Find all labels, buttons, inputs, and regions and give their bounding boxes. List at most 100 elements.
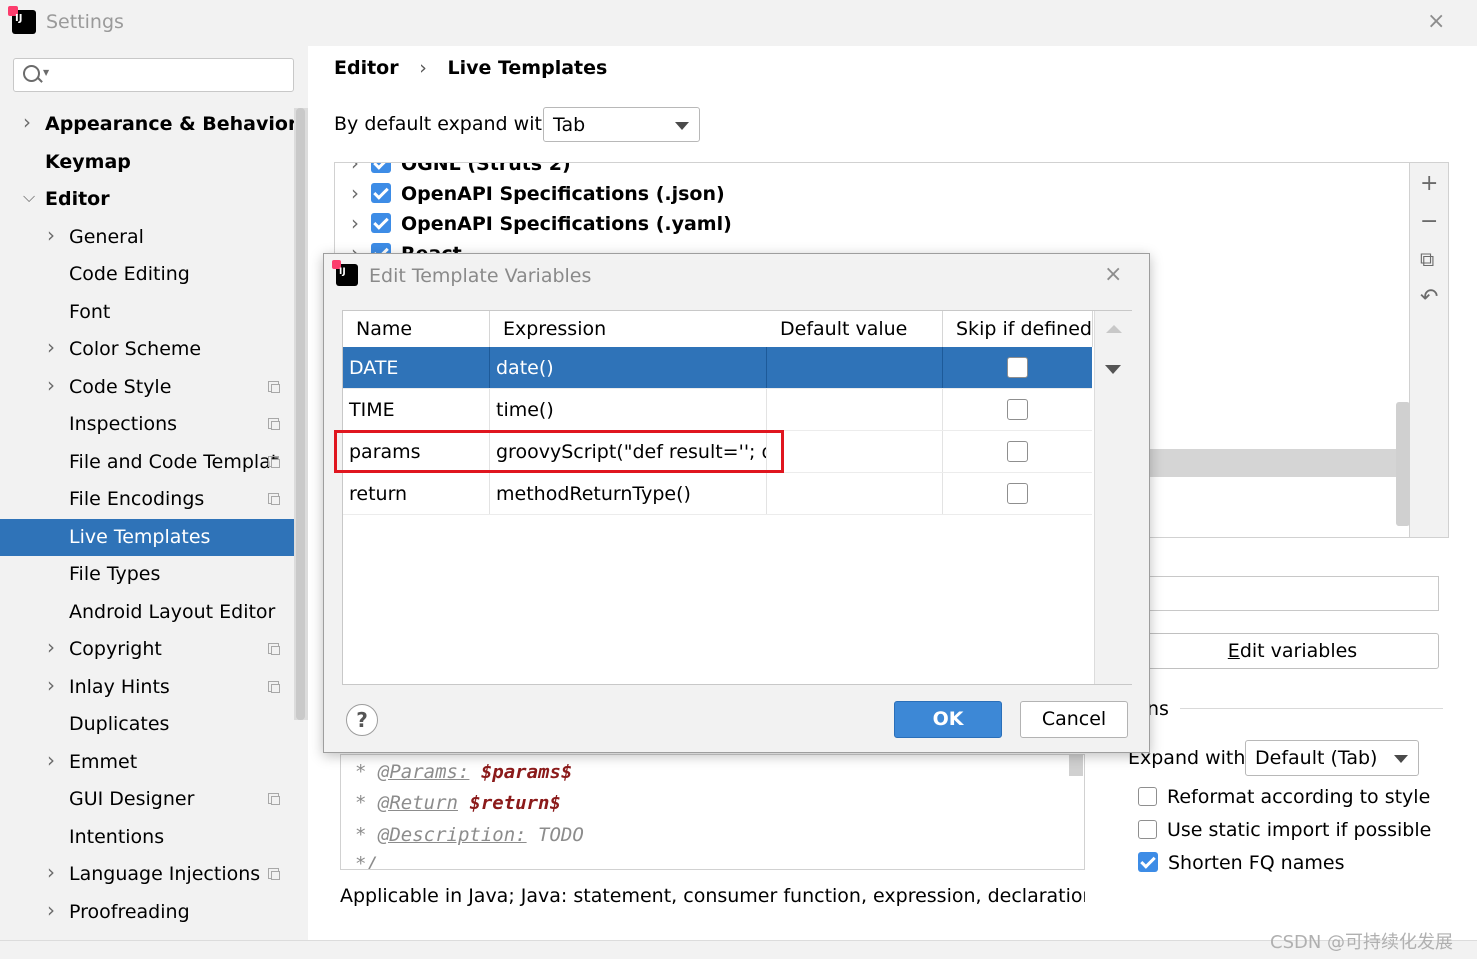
sidebar-item-color-scheme[interactable]: › Color Scheme	[0, 331, 294, 368]
cancel-button[interactable]: Cancel	[1020, 701, 1128, 738]
sidebar-item-code-style[interactable]: › Code Style	[0, 369, 294, 406]
column-header-name[interactable]: Name	[343, 311, 490, 347]
template-group-row[interactable]: › OpenAPI Specifications (.json)	[351, 181, 725, 205]
sidebar-item-general[interactable]: › General	[0, 219, 294, 256]
edit-variables-button[interactable]: Edit variables	[1146, 633, 1439, 669]
sidebar-item-duplicates[interactable]: Duplicates	[0, 706, 294, 743]
sidebar-item-font[interactable]: Font	[0, 294, 294, 331]
search-input[interactable]: ▼	[13, 58, 294, 92]
template-text-editor[interactable]: * @Params: $params$ * @Return $return$ * @…	[340, 754, 1085, 870]
ok-button[interactable]: OK	[894, 701, 1002, 738]
shorten-fq-option[interactable]: Shorten FQ names	[1138, 852, 1344, 874]
sidebar-item-inspections[interactable]: Inspections	[0, 406, 294, 443]
variable-default-cell[interactable]	[767, 347, 943, 389]
description-field[interactable]	[1146, 576, 1439, 611]
column-header-expression[interactable]: Expression	[490, 311, 768, 347]
static-import-option[interactable]: Use static import if possible	[1138, 819, 1431, 841]
reformat-option[interactable]: Reformat according to style	[1138, 786, 1430, 808]
chevron-right-icon[interactable]: ›	[23, 106, 31, 141]
chevron-right-icon[interactable]: ›	[47, 856, 55, 891]
expand-with-value: Default (Tab)	[1255, 747, 1378, 769]
variable-name-cell[interactable]: TIME	[343, 389, 490, 431]
template-text-scrollbar[interactable]	[1069, 754, 1083, 776]
sidebar-item-code-editing[interactable]: Code Editing	[0, 256, 294, 293]
sidebar-item-gui-designer[interactable]: GUI Designer	[0, 781, 294, 818]
sidebar-item-file-encodings[interactable]: File Encodings	[0, 481, 294, 518]
chevron-down-icon[interactable]: ⌵	[23, 181, 35, 215]
sidebar-item-intentions[interactable]: Intentions	[0, 819, 294, 856]
chevron-right-icon[interactable]: ›	[47, 331, 55, 366]
sidebar-item-file-types[interactable]: File Types	[0, 556, 294, 593]
sidebar-item-editor[interactable]: ⌵ Editor	[0, 181, 294, 218]
templates-scrollbar[interactable]	[1396, 402, 1410, 526]
selected-template-row[interactable]	[1148, 449, 1410, 477]
help-button[interactable]: ?	[346, 704, 378, 736]
bottom-bar	[0, 940, 1477, 959]
chevron-right-icon[interactable]: ›	[47, 744, 55, 779]
template-group-checkbox[interactable]	[371, 213, 391, 233]
sidebar-item-android-layout-editor[interactable]: Android Layout Editor	[0, 594, 294, 631]
sidebar-item-language-injections[interactable]: › Language Injections	[0, 856, 294, 893]
shorten-fq-checkbox[interactable]	[1138, 852, 1158, 872]
sidebar-item-file-and-code-templat[interactable]: File and Code Templat	[0, 444, 294, 481]
chevron-right-icon[interactable]: ›	[351, 163, 359, 175]
template-group-row[interactable]: › OpenAPI Specifications (.yaml)	[351, 211, 732, 235]
variable-expression-cell[interactable]: date()	[490, 347, 767, 389]
sidebar-item-emmet[interactable]: › Emmet	[0, 744, 294, 781]
breadcrumb-parent[interactable]: Editor	[334, 57, 399, 79]
variable-row-date[interactable]: DATE date()	[343, 347, 1092, 389]
variable-name-cell[interactable]: return	[343, 473, 490, 515]
sidebar-item-keymap[interactable]: Keymap	[0, 144, 294, 181]
edit-variables-label: dit variables	[1239, 640, 1358, 662]
move-up-icon[interactable]	[1106, 325, 1122, 333]
sidebar-item-label: Appearance & Behavior	[45, 113, 294, 135]
sidebar-item-appearance-behavior[interactable]: › Appearance & Behavior	[0, 106, 294, 143]
variable-row-return[interactable]: return methodReturnType()	[343, 473, 1092, 515]
chevron-down-icon	[675, 122, 689, 130]
column-header-skip-if-defined[interactable]: Skip if defined	[943, 311, 1093, 347]
sidebar-scrollbar-thumb[interactable]	[296, 108, 305, 720]
template-group-checkbox[interactable]	[371, 183, 391, 203]
variable-row-time[interactable]: TIME time()	[343, 389, 1092, 431]
chevron-right-icon[interactable]: ›	[351, 211, 359, 235]
applicable-contexts[interactable]: Applicable in Java; Java: statement, con…	[340, 885, 1085, 907]
template-group-label: OGNL (Struts 2)	[401, 162, 571, 175]
copy-icon[interactable]: ⧉	[1420, 247, 1434, 271]
template-group-row[interactable]: › OGNL (Struts 2)	[351, 162, 571, 175]
skip-if-defined-checkbox[interactable]	[1007, 357, 1028, 378]
close-icon[interactable]: ×	[1104, 262, 1122, 287]
variable-expression-cell[interactable]: methodReturnType()	[490, 473, 767, 515]
reformat-checkbox[interactable]	[1138, 787, 1157, 806]
chevron-right-icon[interactable]: ›	[47, 894, 55, 929]
static-import-checkbox[interactable]	[1138, 820, 1157, 839]
variable-default-cell[interactable]	[767, 431, 943, 473]
chevron-right-icon[interactable]: ›	[47, 219, 55, 254]
sidebar-item-label: Duplicates	[69, 713, 170, 735]
close-icon[interactable]: ×	[1427, 9, 1445, 34]
variable-name-cell[interactable]: DATE	[343, 347, 490, 389]
expand-default-select[interactable]: Tab	[543, 107, 700, 142]
sidebar-item-inlay-hints[interactable]: › Inlay Hints	[0, 669, 294, 706]
chevron-right-icon[interactable]: ›	[47, 631, 55, 666]
skip-if-defined-checkbox[interactable]	[1007, 483, 1028, 504]
skip-if-defined-checkbox[interactable]	[1007, 441, 1028, 462]
chevron-right-icon[interactable]: ›	[47, 669, 55, 704]
remove-icon[interactable]: −	[1420, 209, 1438, 234]
column-header-default-value[interactable]: Default value	[767, 311, 943, 347]
sidebar-item-live-templates[interactable]: Live Templates	[0, 518, 308, 556]
chevron-down-icon	[1394, 755, 1408, 763]
add-icon[interactable]: +	[1420, 171, 1438, 196]
variable-default-cell[interactable]	[767, 473, 943, 515]
move-down-icon[interactable]	[1105, 365, 1121, 374]
chevron-right-icon[interactable]: ›	[47, 369, 55, 404]
template-group-checkbox[interactable]	[371, 163, 391, 173]
chevron-right-icon[interactable]: ›	[351, 181, 359, 205]
project-scope-icon	[268, 868, 280, 880]
expand-with-select[interactable]: Default (Tab)	[1245, 740, 1419, 776]
restore-icon[interactable]: ↶	[1420, 285, 1438, 310]
sidebar-item-copyright[interactable]: › Copyright	[0, 631, 294, 668]
skip-if-defined-checkbox[interactable]	[1007, 399, 1028, 420]
sidebar-item-proofreading[interactable]: › Proofreading	[0, 894, 294, 931]
variable-default-cell[interactable]	[767, 389, 943, 431]
variable-expression-cell[interactable]: time()	[490, 389, 767, 431]
